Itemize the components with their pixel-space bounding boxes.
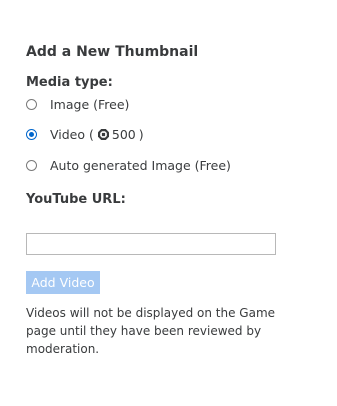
- media-option-auto-image[interactable]: Auto generated Image (Free): [26, 156, 231, 174]
- robux-icon: [97, 128, 110, 141]
- youtube-url-label: YouTube URL:: [26, 192, 126, 207]
- media-option-image[interactable]: Image (Free): [26, 95, 129, 113]
- video-option-prefix: Video (: [50, 126, 94, 142]
- auto-image-option-label: Auto generated Image (Free): [50, 157, 231, 173]
- media-type-label: Media type:: [26, 75, 113, 90]
- auto-image-radio[interactable]: [26, 159, 37, 171]
- video-option-suffix: ): [138, 126, 144, 142]
- add-video-button[interactable]: Add Video: [26, 271, 100, 294]
- youtube-url-input[interactable]: [26, 233, 276, 255]
- image-radio[interactable]: [26, 98, 37, 110]
- media-option-video[interactable]: Video ( 500 ): [26, 125, 144, 143]
- section-title: Add a New Thumbnail: [26, 44, 199, 60]
- moderation-note: Videos will not be displayed on the Game…: [26, 306, 276, 356]
- video-price: 500: [111, 126, 136, 142]
- video-option-label: Video ( 500 ): [50, 127, 144, 142]
- video-radio[interactable]: [26, 128, 37, 140]
- image-option-label: Image (Free): [50, 96, 130, 112]
